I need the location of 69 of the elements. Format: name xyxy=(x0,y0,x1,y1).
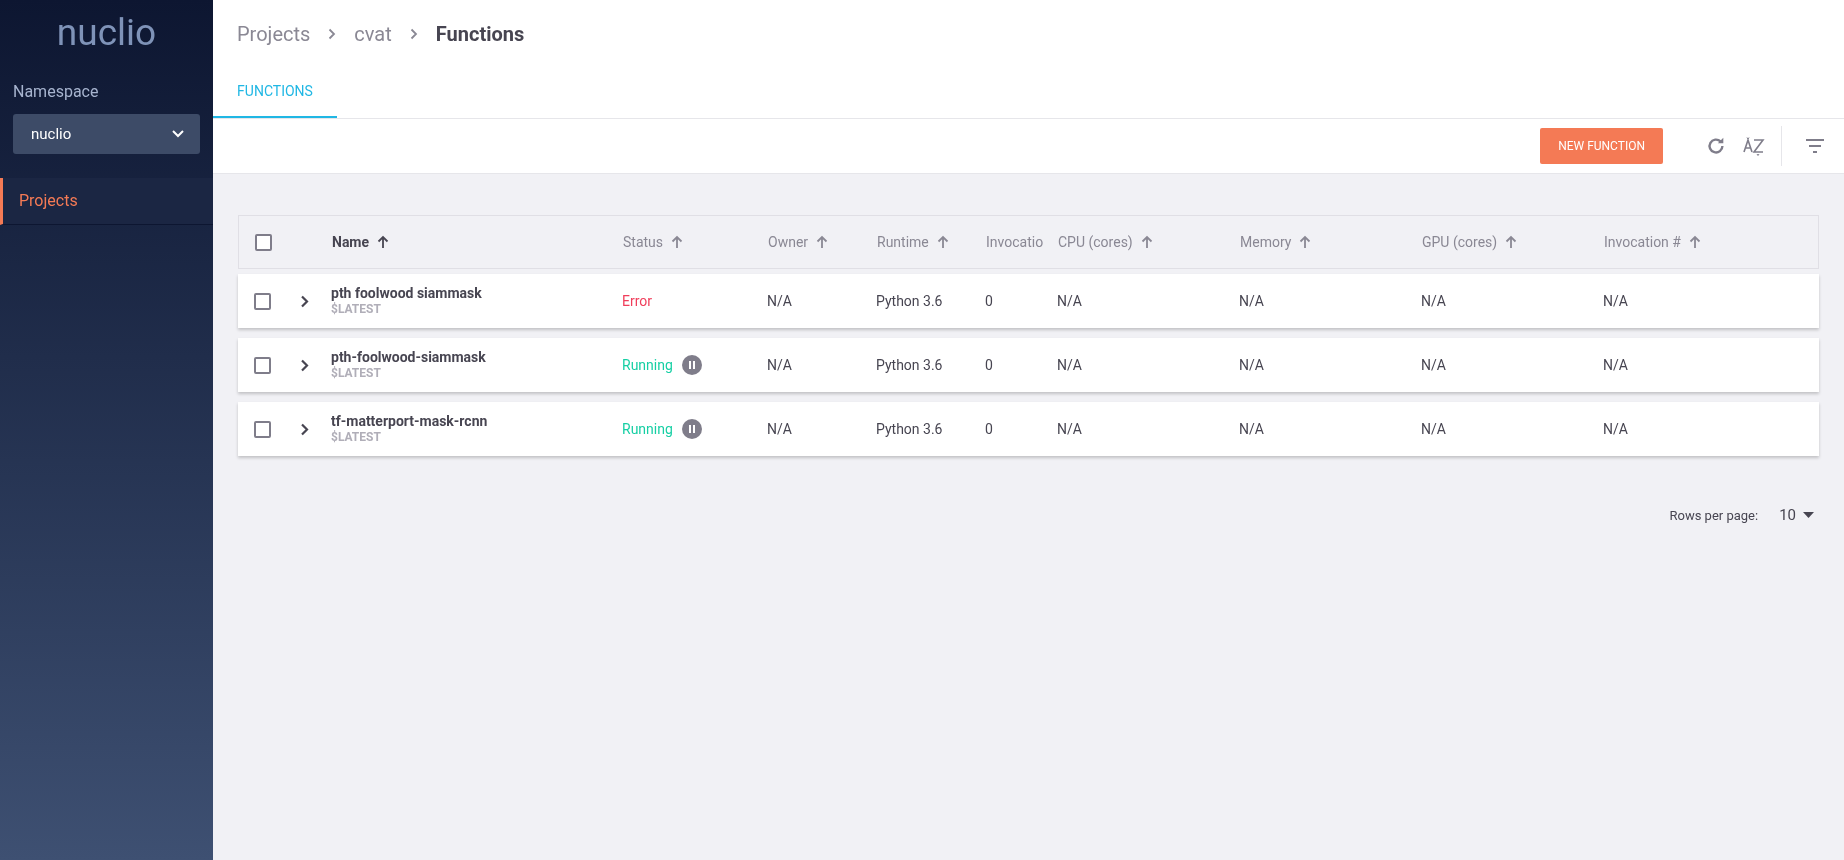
caret-down-icon xyxy=(1803,512,1814,519)
breadcrumb[interactable]: cvat xyxy=(354,18,392,49)
table-cell: N/A xyxy=(1239,420,1264,437)
chevron-right-icon xyxy=(328,27,337,40)
table-cell: N/A xyxy=(1421,420,1446,437)
status-text: Running xyxy=(622,419,673,439)
rows-per-page-label: Rows per page: xyxy=(1669,506,1759,525)
table-cell: N/A xyxy=(1421,292,1446,309)
column-header[interactable]: GPU (cores) xyxy=(1422,231,1498,253)
function-version: $LATEST xyxy=(331,429,382,445)
chevron-right-icon[interactable] xyxy=(300,358,309,372)
pause-icon[interactable] xyxy=(681,419,702,439)
table-cell: N/A xyxy=(1057,356,1082,373)
table-cell: 0 xyxy=(985,292,993,309)
namespace-label: Namespace xyxy=(13,81,100,103)
chevron-right-icon[interactable] xyxy=(300,294,309,308)
tab[interactable]: FUNCTIONS xyxy=(213,66,337,118)
breadcrumb: Functions xyxy=(435,20,525,48)
function-name: pth-foolwood-siammask xyxy=(331,349,487,365)
column-header[interactable]: Status xyxy=(623,231,664,253)
rows-per-page-select[interactable]: 10 xyxy=(1779,504,1814,527)
column-header[interactable]: Name xyxy=(332,231,370,253)
table-cell: N/A xyxy=(1421,356,1446,373)
sort-arrow-icon[interactable] xyxy=(377,235,390,249)
column-header[interactable]: CPU (cores) xyxy=(1058,231,1133,253)
table-cell: N/A xyxy=(1603,292,1628,309)
table-cell: Python 3.6 xyxy=(876,292,943,309)
column-header[interactable]: Invocatio xyxy=(986,231,1044,253)
table-cell: 0 xyxy=(985,420,993,437)
table-cell: 0 xyxy=(985,356,993,373)
chevron-right-icon xyxy=(409,27,418,40)
table-row[interactable]: pth foolwood siammask $LATEST Error N/A Python 3.6 0 N/A N/A N/A N/A xyxy=(238,274,1819,328)
status-text: Running xyxy=(622,355,673,375)
table-cell: N/A xyxy=(767,292,792,309)
column-header[interactable]: Owner xyxy=(768,231,809,253)
sidebar-item[interactable]: Projects xyxy=(0,178,213,225)
table-cell: Python 3.6 xyxy=(876,356,943,373)
column-header[interactable]: Invocation # xyxy=(1604,231,1681,253)
checkbox[interactable] xyxy=(254,292,271,310)
checkbox[interactable] xyxy=(254,356,271,374)
function-name: tf-matterport-mask-rcnn xyxy=(331,413,489,429)
table-cell: N/A xyxy=(767,356,792,373)
table-cell: N/A xyxy=(1239,356,1264,373)
table-cell: N/A xyxy=(767,420,792,437)
table-row[interactable]: pth-foolwood-siammask $LATEST Running N/A Python 3.6 0 N/A N/A N/A N/A xyxy=(238,338,1819,392)
table-cell: Python 3.6 xyxy=(876,420,943,437)
pause-icon[interactable] xyxy=(681,355,702,375)
chevron-down-icon xyxy=(172,130,184,138)
table-cell: N/A xyxy=(1239,292,1264,309)
breadcrumb[interactable]: Projects xyxy=(237,18,311,49)
table-cell: N/A xyxy=(1057,292,1082,309)
logo-text: nuclio xyxy=(56,14,157,51)
function-version: $LATEST xyxy=(331,301,382,317)
sort-az-icon[interactable] xyxy=(1743,136,1765,156)
table-row[interactable]: tf-matterport-mask-rcnn $LATEST Running N/A Python 3.6 0 N/A N/A N/A N/A xyxy=(238,402,1819,456)
checkbox[interactable] xyxy=(254,420,271,438)
namespace-select[interactable]: nuclio xyxy=(13,114,200,154)
new-function-button[interactable]: NEW FUNCTION xyxy=(1540,128,1663,164)
column-header[interactable]: Runtime xyxy=(877,231,929,253)
table-cell: N/A xyxy=(1057,420,1082,437)
filter-icon[interactable] xyxy=(1806,139,1824,153)
table-cell: N/A xyxy=(1603,420,1628,437)
function-version: $LATEST xyxy=(331,365,382,381)
status-text: Error xyxy=(622,291,653,311)
chevron-right-icon[interactable] xyxy=(300,422,309,436)
table-cell: N/A xyxy=(1603,356,1628,373)
checkbox[interactable] xyxy=(255,233,272,251)
column-header[interactable]: Memory xyxy=(1240,231,1292,253)
function-name: pth foolwood siammask xyxy=(331,285,483,301)
